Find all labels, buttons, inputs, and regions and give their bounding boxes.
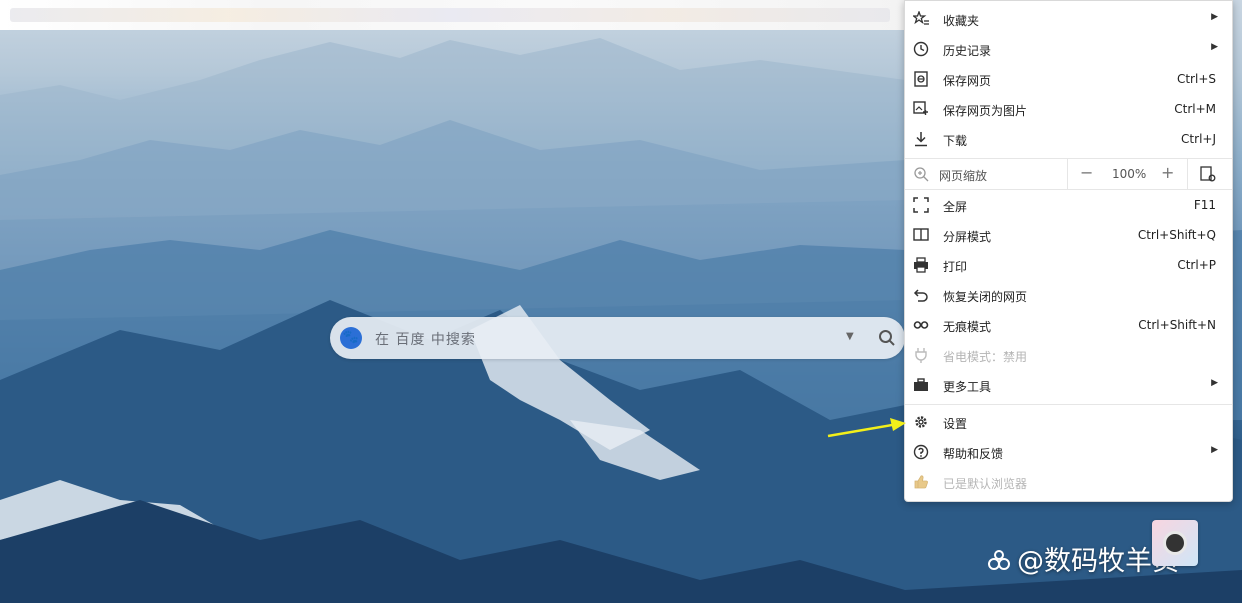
browser-toolbar: [0, 0, 905, 30]
zoom-magnifier-icon: [914, 167, 929, 182]
zoom-divider: [1187, 159, 1188, 189]
zoom-label: 网页缩放: [939, 169, 988, 183]
fullscreen-icon: [913, 197, 929, 213]
blurred-tab-strip: [10, 8, 890, 22]
menu-item-label: 保存网页: [943, 74, 992, 88]
menu-item-shortcut: Ctrl+Shift+Q: [1137, 228, 1216, 242]
weibo-logo-icon: [988, 550, 1010, 570]
zoom-level-value: 100%: [1112, 167, 1147, 181]
zoom-divider: [1067, 159, 1068, 189]
menu-item-settings[interactable]: 设置: [905, 407, 1232, 437]
menu-item-split-screen[interactable]: 分屏模式 Ctrl+Shift+Q: [905, 220, 1232, 250]
search-box[interactable]: 🐾 在 百度 中搜索 ▼: [330, 317, 905, 359]
zoom-in-button[interactable]: +: [1161, 163, 1174, 182]
menu-item-download[interactable]: 下载 Ctrl+J: [905, 124, 1232, 154]
submenu-arrow-icon: ▶: [1211, 378, 1218, 388]
help-circle-icon: [913, 444, 929, 460]
menu-item-save-page[interactable]: 保存网页 Ctrl+S: [905, 64, 1232, 94]
menu-item-label: 全屏: [943, 200, 968, 214]
download-icon: [915, 132, 927, 147]
menu-item-label: 历史记录: [943, 44, 992, 58]
save-page-icon: [914, 71, 928, 87]
menu-item-history[interactable]: 历史记录 ▶: [905, 34, 1232, 64]
zoom-out-button[interactable]: −: [1080, 163, 1093, 182]
menu-divider: [905, 404, 1232, 405]
menu-item-label: 省电模式：禁用: [943, 350, 1028, 364]
menu-item-label: 收藏夹: [943, 14, 980, 28]
annotation-arrow-icon: [827, 418, 906, 438]
menu-item-shortcut: Ctrl+M: [1174, 102, 1216, 116]
baidu-paw-icon[interactable]: 🐾: [340, 327, 362, 349]
zoom-settings-icon[interactable]: [1200, 166, 1216, 182]
menu-item-label: 帮助和反馈: [943, 447, 1004, 461]
menu-item-label: 打印: [943, 260, 968, 274]
menu-item-shortcut: Ctrl+J: [1181, 132, 1216, 146]
incognito-glasses-icon: [913, 321, 929, 329]
menu-item-label: 恢复关闭的网页: [943, 290, 1028, 304]
menu-item-incognito[interactable]: 无痕模式 Ctrl+Shift+N: [905, 310, 1232, 340]
printer-icon: [914, 257, 928, 273]
menu-item-more-tools[interactable]: 更多工具 ▶: [905, 370, 1232, 400]
menu-item-label: 更多工具: [943, 380, 992, 394]
camera-avatar: [1152, 520, 1198, 566]
menu-item-help[interactable]: 帮助和反馈 ▶: [905, 437, 1232, 467]
menu-item-print[interactable]: 打印 Ctrl+P: [905, 250, 1232, 280]
toolbox-icon: [914, 378, 928, 391]
menu-item-label: 设置: [943, 417, 968, 431]
search-icon[interactable]: [878, 329, 896, 347]
menu-item-power-saving[interactable]: 省电模式：禁用: [905, 340, 1232, 370]
clock-icon: [913, 41, 929, 57]
undo-icon: [913, 289, 928, 302]
menu-item-label: 保存网页为图片: [943, 104, 1028, 118]
menu-item-shortcut: Ctrl+S: [1176, 72, 1216, 86]
browser-main-menu: 收藏夹 ▶ 历史记录 ▶ 保存网页 Ctrl+S 保存网页为图片 Ctrl+M …: [904, 0, 1233, 502]
image-save-icon: [913, 101, 928, 115]
menu-item-label: 已是默认浏览器: [943, 477, 1028, 491]
menu-item-shortcut: Ctrl+P: [1177, 258, 1216, 272]
menu-item-label: 无痕模式: [943, 320, 992, 334]
menu-item-favorites[interactable]: 收藏夹 ▶: [905, 4, 1232, 34]
menu-item-restore-closed[interactable]: 恢复关闭的网页: [905, 280, 1232, 310]
zoom-control-row: 网页缩放 − 100% +: [905, 158, 1232, 190]
camera-icon: [1163, 531, 1187, 555]
submenu-arrow-icon: ▶: [1211, 42, 1218, 52]
submenu-arrow-icon: ▶: [1211, 12, 1218, 22]
menu-item-fullscreen[interactable]: 全屏 F11: [905, 190, 1232, 220]
search-placeholder[interactable]: 在 百度 中搜索: [375, 329, 476, 349]
watermark: @数码牧羊员: [985, 539, 1179, 578]
menu-item-default-browser: 已是默认浏览器: [905, 467, 1232, 497]
menu-item-save-as-image[interactable]: 保存网页为图片 Ctrl+M: [905, 94, 1232, 124]
plug-icon: [915, 348, 927, 363]
favorites-star-icon: [913, 11, 929, 25]
menu-item-label: 下载: [943, 134, 968, 148]
menu-item-label: 分屏模式: [943, 230, 992, 244]
thumbs-up-icon: [914, 475, 928, 489]
gear-icon: [915, 416, 927, 428]
engine-dropdown-icon[interactable]: ▼: [846, 331, 858, 343]
split-screen-icon: [913, 228, 929, 241]
menu-item-shortcut: Ctrl+Shift+N: [1138, 318, 1216, 332]
submenu-arrow-icon: ▶: [1211, 445, 1218, 455]
menu-item-shortcut: F11: [1193, 198, 1216, 212]
